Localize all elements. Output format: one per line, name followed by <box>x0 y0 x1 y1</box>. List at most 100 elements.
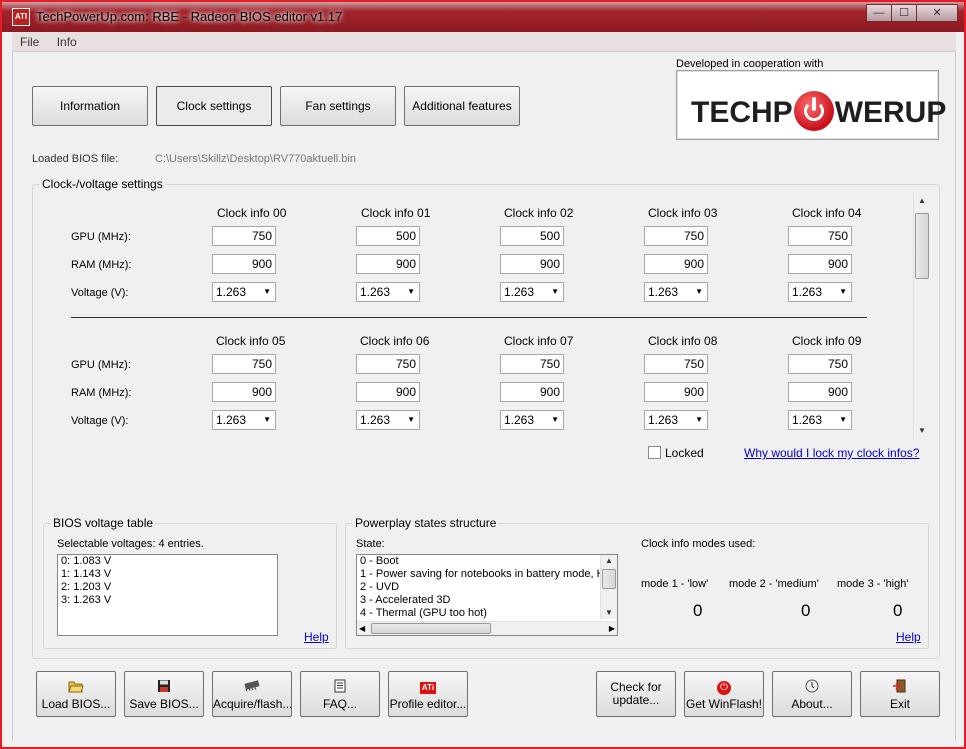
clock-info-06-header: Clock info 06 <box>360 334 430 348</box>
tab-information[interactable]: Information <box>32 86 148 126</box>
tab-additional-features[interactable]: Additional features <box>404 86 520 126</box>
tab-fan-settings[interactable]: Fan settings <box>280 86 396 126</box>
menu-file[interactable]: File <box>12 32 45 49</box>
list-item[interactable]: 0 - Boot <box>357 555 601 568</box>
list-item[interactable]: 0: 1.083 V <box>58 555 277 568</box>
list-item[interactable]: 2 - UVD <box>357 581 601 594</box>
ram-clock-09[interactable]: 900 <box>788 382 852 402</box>
state-horizontal-scrollbar[interactable]: ◀ ▶ <box>357 621 617 635</box>
ram-clock-03[interactable]: 900 <box>644 254 708 274</box>
voltage-select-06[interactable]: 1.263 ▼ <box>356 410 420 430</box>
menu-info[interactable]: Info <box>49 32 83 49</box>
ram-clock-02[interactable]: 900 <box>500 254 564 274</box>
clock-info-02-header: Clock info 02 <box>504 206 574 220</box>
voltage-select-04[interactable]: 1.263 ▼ <box>788 282 852 302</box>
ram-clock-05[interactable]: 900 <box>212 382 276 402</box>
title-bar[interactable]: ATI TechPowerUp.com: RBE - Radeon BIOS e… <box>2 2 964 32</box>
load-bios-button[interactable]: Load BIOS... <box>36 671 116 717</box>
scroll-thumb[interactable] <box>915 213 929 279</box>
voltage-label: Voltage (V): <box>71 287 129 299</box>
voltage-value: 1.263 <box>360 285 391 299</box>
client-area: Information Clock settings Fan settings … <box>12 52 956 741</box>
scroll-down-icon[interactable]: ▼ <box>601 607 617 619</box>
loaded-bios-label: Loaded BIOS file: <box>32 153 119 165</box>
list-item[interactable]: 4 - Thermal (GPU too hot) <box>357 607 601 619</box>
app-icon[interactable]: ATI <box>12 8 30 26</box>
exit-button[interactable]: Exit <box>860 671 940 717</box>
gpu-clock-04[interactable]: 750 <box>788 226 852 246</box>
scroll-thumb[interactable] <box>371 623 491 634</box>
selectable-voltages-label: Selectable voltages: 4 entries. <box>57 538 204 550</box>
voltage-value: 1.263 <box>216 285 247 299</box>
acquire-flash-button[interactable]: Acquire/flash... <box>212 671 292 717</box>
voltage-value: 1.263 <box>504 413 535 427</box>
button-label: FAQ... <box>322 697 357 711</box>
voltage-select-08[interactable]: 1.263 ▼ <box>644 410 708 430</box>
ram-clock-08[interactable]: 900 <box>644 382 708 402</box>
gpu-clock-02[interactable]: 500 <box>500 226 564 246</box>
voltage-help-link[interactable]: Help <box>304 630 329 644</box>
voltage-select-00[interactable]: 1.263 ▼ <box>212 282 276 302</box>
voltage-list[interactable]: 0: 1.083 V 1: 1.143 V 2: 1.203 V 3: 1.26… <box>57 554 278 636</box>
powerplay-group: Powerplay states structure State: 0 - Bo… <box>345 516 929 649</box>
list-item[interactable]: 3: 1.263 V <box>58 594 277 607</box>
voltage-label: Voltage (V): <box>71 415 129 427</box>
get-winflash-button[interactable]: ⏻ Get WinFlash! <box>684 671 764 717</box>
ram-clock-04[interactable]: 900 <box>788 254 852 274</box>
maximize-button[interactable]: ☐ <box>891 4 917 22</box>
minimize-button[interactable]: — <box>866 4 892 22</box>
scroll-up-icon[interactable]: ▲ <box>914 193 930 209</box>
state-list[interactable]: 0 - Boot 1 - Power saving for notebooks … <box>356 554 618 636</box>
voltage-select-05[interactable]: 1.263 ▼ <box>212 410 276 430</box>
gpu-clock-09[interactable]: 750 <box>788 354 852 374</box>
powerplay-help-link[interactable]: Help <box>896 630 921 644</box>
list-item[interactable]: 3 - Accelerated 3D <box>357 594 601 607</box>
list-item[interactable]: 1: 1.143 V <box>58 568 277 581</box>
tab-clock-settings[interactable]: Clock settings <box>156 86 272 126</box>
list-item[interactable]: 1 - Power saving for notebooks in batter… <box>357 568 601 581</box>
ram-clock-01[interactable]: 900 <box>356 254 420 274</box>
gpu-clock-05[interactable]: 750 <box>212 354 276 374</box>
logo-left: TECHP <box>691 96 793 129</box>
voltage-select-07[interactable]: 1.263 ▼ <box>500 410 564 430</box>
ram-clock-06[interactable]: 900 <box>356 382 420 402</box>
gpu-clock-03[interactable]: 750 <box>644 226 708 246</box>
state-vertical-scrollbar[interactable]: ▲ ▼ <box>600 555 617 619</box>
scroll-right-icon[interactable]: ▶ <box>609 622 615 635</box>
gpu-clock-07[interactable]: 750 <box>500 354 564 374</box>
ram-clock-07[interactable]: 900 <box>500 382 564 402</box>
voltage-select-01[interactable]: 1.263 ▼ <box>356 282 420 302</box>
voltage-select-03[interactable]: 1.263 ▼ <box>644 282 708 302</box>
list-item[interactable]: 2: 1.203 V <box>58 581 277 594</box>
gpu-clock-06[interactable]: 750 <box>356 354 420 374</box>
clock-info-05-header: Clock info 05 <box>216 334 286 348</box>
scroll-thumb[interactable] <box>602 569 616 589</box>
window-controls: — ☐ ✕ <box>866 4 958 24</box>
gpu-clock-08[interactable]: 750 <box>644 354 708 374</box>
menu-bar: File Info <box>12 32 956 52</box>
faq-button[interactable]: FAQ... <box>300 671 380 717</box>
dropdown-arrow-icon: ▼ <box>839 415 847 424</box>
floppy-disk-icon <box>125 679 203 693</box>
clock-info-01-header: Clock info 01 <box>361 206 431 220</box>
scroll-left-icon[interactable]: ◀ <box>359 622 365 635</box>
about-button[interactable]: About... <box>772 671 852 717</box>
why-lock-link[interactable]: Why would I lock my clock infos? <box>744 446 919 460</box>
state-list-body: 0 - Boot 1 - Power saving for notebooks … <box>357 555 601 619</box>
voltage-select-02[interactable]: 1.263 ▼ <box>500 282 564 302</box>
locked-checkbox[interactable] <box>648 446 661 459</box>
gpu-label: GPU (MHz): <box>71 359 131 371</box>
dropdown-arrow-icon: ▼ <box>263 287 271 296</box>
profile-editor-button[interactable]: ATi Profile editor... <box>388 671 468 717</box>
clock-vertical-scrollbar[interactable]: ▲ ▼ <box>913 193 930 439</box>
check-for-update-button[interactable]: Check for update... <box>596 671 676 717</box>
ram-clock-00[interactable]: 900 <box>212 254 276 274</box>
scroll-down-icon[interactable]: ▼ <box>914 423 930 439</box>
save-bios-button[interactable]: Save BIOS... <box>124 671 204 717</box>
gpu-clock-00[interactable]: 750 <box>212 226 276 246</box>
voltage-select-09[interactable]: 1.263 ▼ <box>788 410 852 430</box>
close-button[interactable]: ✕ <box>916 4 958 22</box>
gpu-clock-01[interactable]: 500 <box>356 226 420 246</box>
techpowerup-logo[interactable]: TECHP WERUP <box>676 70 946 140</box>
scroll-up-icon[interactable]: ▲ <box>601 555 617 567</box>
